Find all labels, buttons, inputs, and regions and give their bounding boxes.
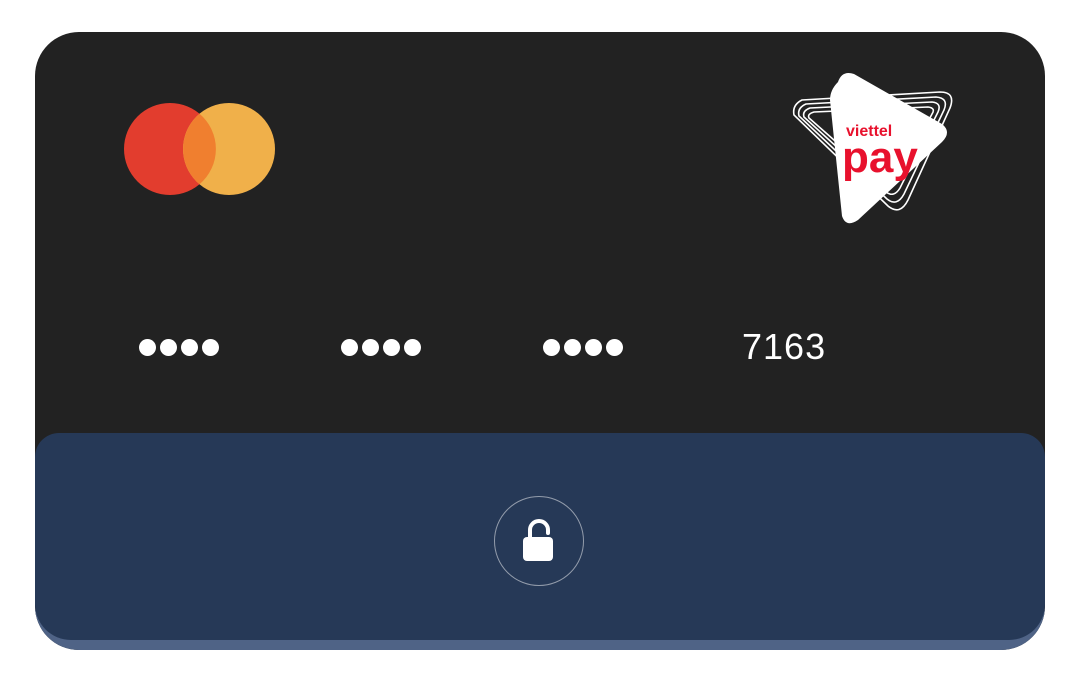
mastercard-logo-icon xyxy=(124,103,275,195)
card-number: 7163 xyxy=(35,322,1045,372)
viettelpay-logo: viettel pay xyxy=(792,73,953,224)
lock-toggle-button[interactable] xyxy=(494,496,584,586)
brand-main-text: pay xyxy=(842,133,918,182)
masked-group-2 xyxy=(341,322,421,372)
masked-group-1 xyxy=(139,322,219,372)
masked-group-3 xyxy=(543,322,623,372)
payment-card: viettel pay 7163 xyxy=(35,32,1045,650)
last-four-text: 7163 xyxy=(742,326,827,367)
unlock-icon xyxy=(523,519,553,561)
last-four-digits: 7163 xyxy=(742,322,826,372)
